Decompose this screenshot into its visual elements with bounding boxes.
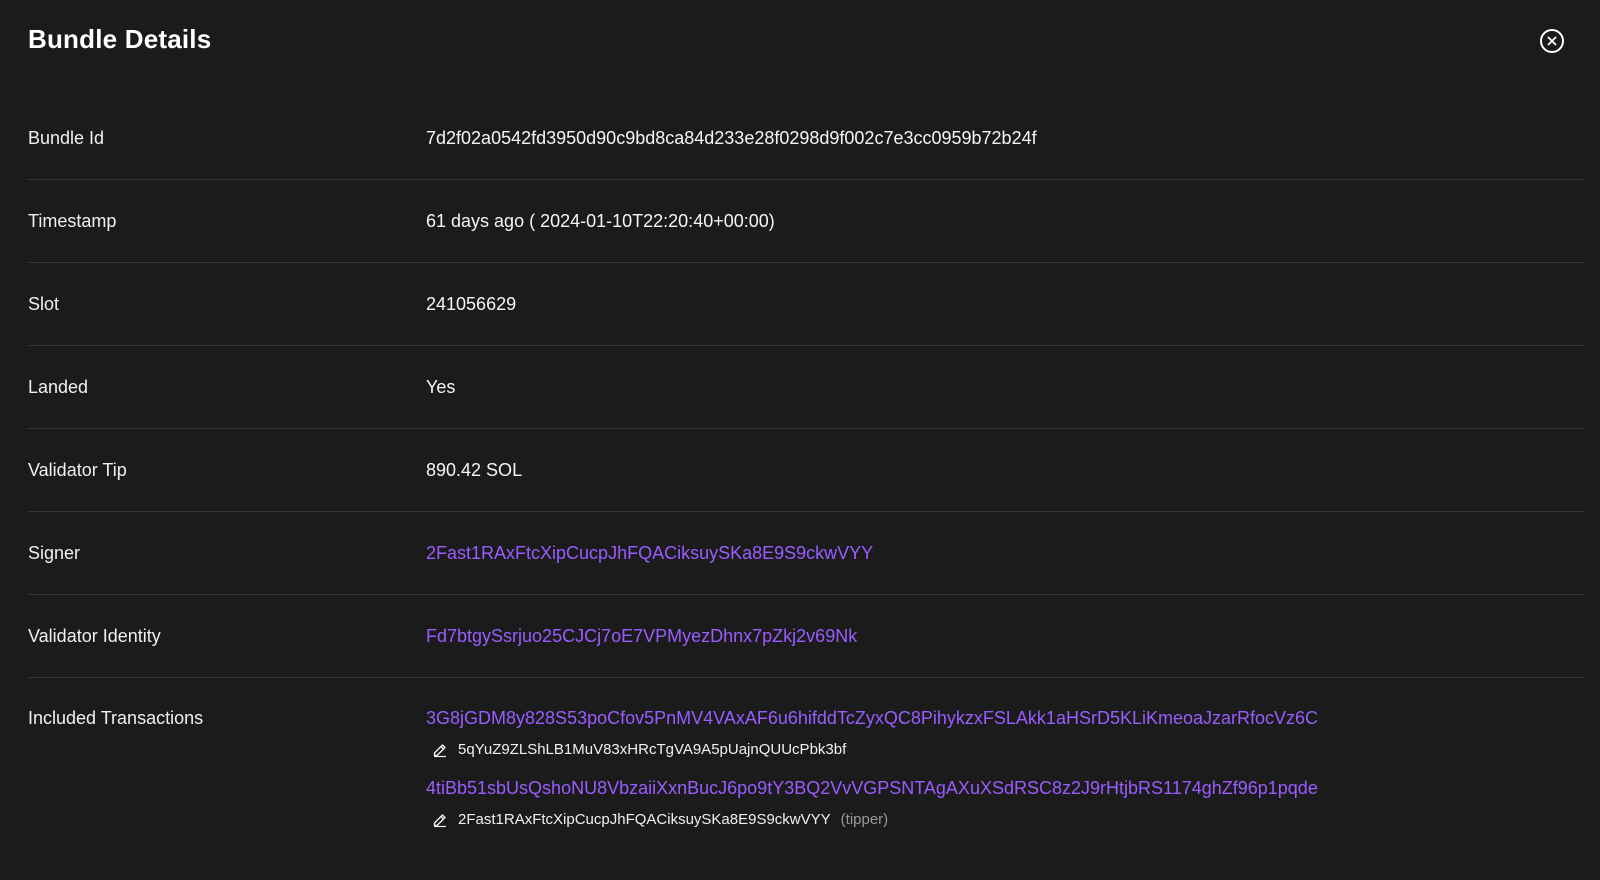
transactions-list: 3G8jGDM8y828S53poCfov5PnMV4VAxAF6u6hifdd… xyxy=(426,708,1318,848)
transaction-signature-link[interactable]: 3G8jGDM8y828S53poCfov5PnMV4VAxAF6u6hifdd… xyxy=(426,708,1318,728)
transaction-signer-address: 2Fast1RAxFtcXipCucpJhFQACiksuySKa8E9S9ck… xyxy=(458,811,831,828)
modal-header: Bundle Details xyxy=(28,14,1564,64)
edit-icon xyxy=(432,812,448,828)
details-table: Bundle Id 7d2f02a0542fd3950d90c9bd8ca84d… xyxy=(28,97,1584,848)
row-timestamp: Timestamp 61 days ago ( 2024-01-10T22:20… xyxy=(28,180,1584,263)
validator-identity-label: Validator Identity xyxy=(28,626,426,647)
page-title: Bundle Details xyxy=(28,24,211,55)
row-landed: Landed Yes xyxy=(28,346,1584,429)
timestamp-label: Timestamp xyxy=(28,211,426,232)
validator-tip-label: Validator Tip xyxy=(28,460,426,481)
transaction-item: 3G8jGDM8y828S53poCfov5PnMV4VAxAF6u6hifdd… xyxy=(426,708,1318,758)
timestamp-value: 61 days ago ( 2024-01-10T22:20:40+00:00) xyxy=(426,211,775,232)
row-included-transactions: Included Transactions 3G8jGDM8y828S53poC… xyxy=(28,678,1584,848)
tipper-note: (tipper) xyxy=(841,811,889,828)
close-button[interactable] xyxy=(1540,29,1564,53)
close-icon xyxy=(1547,36,1557,46)
edit-icon xyxy=(432,742,448,758)
included-transactions-label: Included Transactions xyxy=(28,708,426,729)
validator-tip-value: 890.42 SOL xyxy=(426,460,522,481)
transaction-item: 4tiBb51sbUsQshoNU8VbzaiiXxnBucJ6po9tY3BQ… xyxy=(426,778,1318,828)
transaction-signer: 2Fast1RAxFtcXipCucpJhFQACiksuySKa8E9S9ck… xyxy=(426,811,1318,828)
bundle-details-modal: Bundle Details Bundle Id 7d2f02a0542fd39… xyxy=(0,0,1600,880)
bundle-id-label: Bundle Id xyxy=(28,128,426,149)
signer-link[interactable]: 2Fast1RAxFtcXipCucpJhFQACiksuySKa8E9S9ck… xyxy=(426,543,873,563)
row-slot: Slot 241056629 xyxy=(28,263,1584,346)
row-validator-identity: Validator Identity Fd7btgySsrjuo25CJCj7o… xyxy=(28,595,1584,678)
landed-label: Landed xyxy=(28,377,426,398)
slot-value: 241056629 xyxy=(426,294,516,315)
signer-label: Signer xyxy=(28,543,426,564)
bundle-id-value: 7d2f02a0542fd3950d90c9bd8ca84d233e28f029… xyxy=(426,128,1037,149)
landed-value: Yes xyxy=(426,377,455,398)
transaction-signature-link[interactable]: 4tiBb51sbUsQshoNU8VbzaiiXxnBucJ6po9tY3BQ… xyxy=(426,778,1318,798)
validator-identity-link[interactable]: Fd7btgySsrjuo25CJCj7oE7VPMyezDhnx7pZkj2v… xyxy=(426,626,857,646)
row-validator-tip: Validator Tip 890.42 SOL xyxy=(28,429,1584,512)
transaction-signer: 5qYuZ9ZLShLB1MuV83xHRcTgVA9A5pUajnQUUcPb… xyxy=(426,741,1318,758)
row-bundle-id: Bundle Id 7d2f02a0542fd3950d90c9bd8ca84d… xyxy=(28,97,1584,180)
transaction-signer-address: 5qYuZ9ZLShLB1MuV83xHRcTgVA9A5pUajnQUUcPb… xyxy=(458,741,846,758)
slot-label: Slot xyxy=(28,294,426,315)
row-signer: Signer 2Fast1RAxFtcXipCucpJhFQACiksuySKa… xyxy=(28,512,1584,595)
